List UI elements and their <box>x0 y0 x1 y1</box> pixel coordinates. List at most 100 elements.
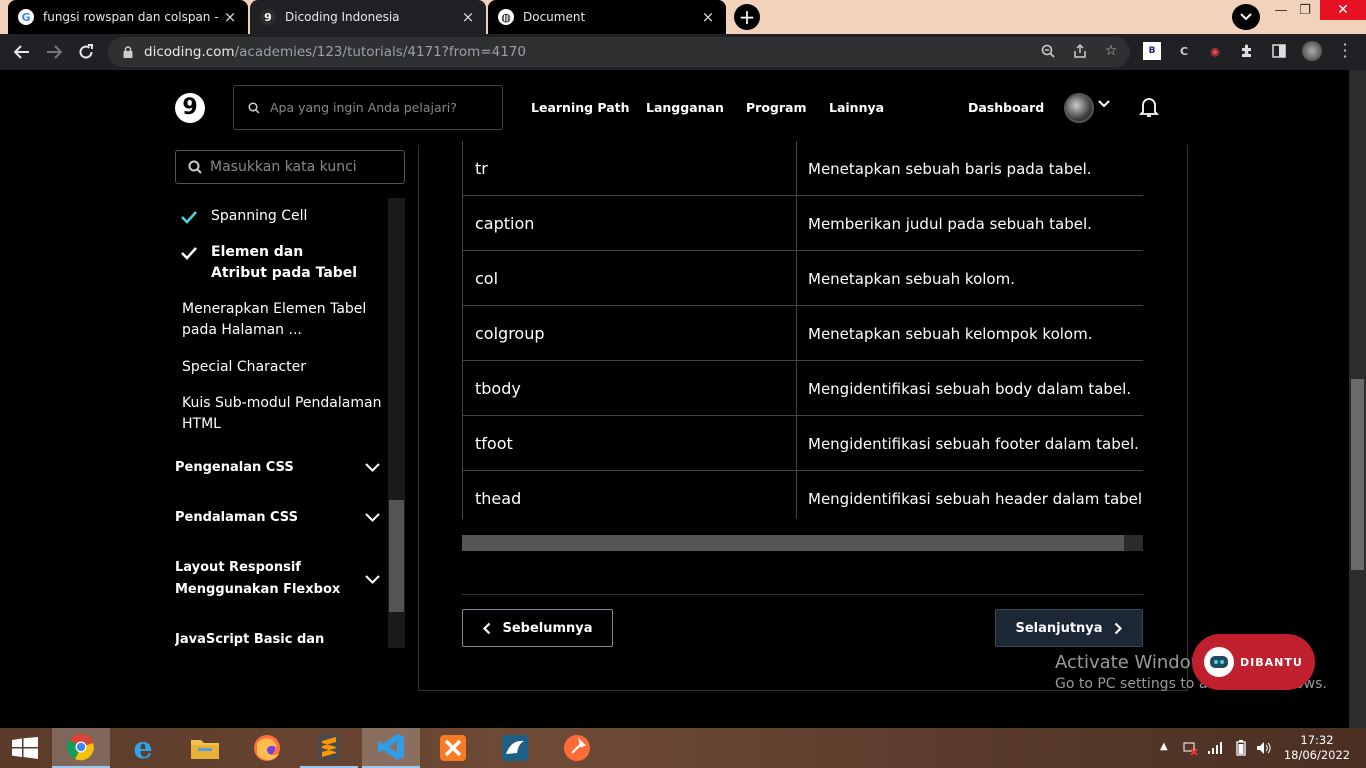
table-cell-desc: Memberikan judul pada sebuah tabel. <box>808 214 1092 233</box>
url-domain: dicoding.com <box>144 44 235 60</box>
page-scrollbar[interactable] <box>1349 70 1366 728</box>
help-widget-button[interactable]: DIBANTU <box>1192 634 1315 690</box>
table-scrollbar-thumb[interactable] <box>462 535 1124 551</box>
side-panel-icon[interactable] <box>1270 42 1288 60</box>
dicoding-logo[interactable]: 9 <box>175 93 205 123</box>
windows-taskbar: e ▲ 17:32 18/06/2022 <box>0 728 1366 768</box>
window-close-button[interactable]: ✕ <box>1320 0 1366 20</box>
bookmark-star-icon[interactable]: ☆ <box>1101 41 1121 61</box>
show-hidden-icons-icon[interactable]: ▲ <box>1160 741 1168 752</box>
tab-google[interactable]: G fungsi rowspan dan colspan - Pe × <box>8 0 248 34</box>
site-search-input[interactable]: Apa yang ingin Anda pelajari? <box>233 85 503 130</box>
chevron-down-icon[interactable] <box>365 463 380 472</box>
tab-document[interactable]: ◍ Document × <box>488 0 726 34</box>
taskbar-file-explorer[interactable] <box>176 728 234 768</box>
sidebar-item-menerapkan-elemen[interactable]: Menerapkan Elemen Tabel pada Halaman ... <box>182 299 382 341</box>
nav-learning-path[interactable]: Learning Path <box>531 100 630 115</box>
taskbar-postman[interactable] <box>548 728 606 768</box>
taskbar-internet-explorer[interactable]: e <box>114 728 172 768</box>
page-scrollbar-thumb[interactable] <box>1351 379 1364 570</box>
address-bar[interactable]: dicoding.com/academies/123/tutorials/417… <box>108 37 1130 67</box>
sidebar-section-javascript-basic[interactable]: JavaScript Basic dan <box>175 629 324 649</box>
arrow-left-icon <box>14 45 29 59</box>
next-button[interactable]: Selanjutnya <box>995 609 1143 647</box>
tab-search-button[interactable] <box>1232 4 1260 30</box>
table-cell-desc: Mengidentifikasi sebuah header dalam tab… <box>808 489 1143 508</box>
user-avatar[interactable] <box>1064 93 1094 123</box>
close-tab-icon[interactable]: × <box>460 8 476 26</box>
next-label: Selanjutnya <box>1015 620 1103 636</box>
sidebar-item-special-character[interactable]: Special Character <box>182 357 306 378</box>
close-tab-icon[interactable]: × <box>222 8 238 26</box>
chevron-down-icon[interactable] <box>365 575 380 584</box>
taskbar-sublime-text[interactable] <box>300 728 358 768</box>
table-row: col Menetapkan sebuah kolom. <box>462 251 1143 306</box>
mysql-workbench-icon <box>502 735 528 761</box>
notification-bell-icon[interactable] <box>1139 96 1159 118</box>
reload-button[interactable] <box>74 40 98 64</box>
sidebar-item-kuis[interactable]: Kuis Sub-modul Pendalaman HTML <box>182 393 382 435</box>
restore-button[interactable]: ❐ <box>1292 0 1318 20</box>
forward-button[interactable] <box>42 40 66 64</box>
windows-start-icon[interactable] <box>12 737 38 759</box>
extensions-puzzle-icon[interactable] <box>1238 42 1256 60</box>
extension-c-icon[interactable]: C <box>1175 42 1193 60</box>
tab-dicoding[interactable]: 9 Dicoding Indonesia × <box>250 0 486 34</box>
minimize-button[interactable]: — <box>1268 0 1294 20</box>
volume-icon[interactable] <box>1256 741 1272 755</box>
sidebar-item-spanning-cell[interactable]: Spanning Cell <box>211 206 307 227</box>
back-button[interactable] <box>10 40 34 64</box>
nav-program[interactable]: Program <box>746 100 807 115</box>
battery-icon[interactable] <box>1236 740 1246 756</box>
chevron-down-icon[interactable] <box>1098 100 1110 108</box>
chevron-down-icon <box>1240 13 1252 21</box>
sublime-text-icon <box>318 734 340 760</box>
chevron-left-icon <box>483 622 491 634</box>
sidebar-scrollbar-thumb[interactable] <box>389 500 404 612</box>
previous-button[interactable]: Sebelumnya <box>462 609 613 647</box>
sidebar-search-input[interactable]: Masukkan kata kunci <box>175 150 405 184</box>
sidebar-section-pengenalan-css[interactable]: Pengenalan CSS <box>175 457 294 479</box>
sidebar-section-pendalaman-css[interactable]: Pendalaman CSS <box>175 507 298 529</box>
signal-icon[interactable] <box>1208 742 1222 754</box>
table-row: caption Memberikan judul pada sebuah tab… <box>462 196 1143 251</box>
taskbar-mysql-workbench[interactable] <box>486 728 544 768</box>
tab-title: Document <box>523 10 586 24</box>
table-cell-tag: col <box>462 251 797 306</box>
firefox-icon <box>254 735 280 761</box>
dicoding-icon: 9 <box>260 9 276 25</box>
share-icon[interactable] <box>1070 41 1090 61</box>
taskbar-vscode[interactable] <box>362 728 420 768</box>
nav-langganan[interactable]: Langganan <box>646 100 724 115</box>
vscode-icon <box>378 734 404 760</box>
nav-dashboard[interactable]: Dashboard <box>968 100 1044 115</box>
tab-title: Dicoding Indonesia <box>285 10 400 24</box>
help-widget-label: DIBANTU <box>1240 655 1303 669</box>
close-tab-icon[interactable]: × <box>700 8 716 26</box>
sidebar-section-layout-responsif[interactable]: Layout Responsif Menggunakan Flexbox <box>175 557 355 601</box>
clock-date: 18/06/2022 <box>1283 748 1351 762</box>
new-tab-button[interactable]: + <box>734 4 760 30</box>
nav-lainnya[interactable]: Lainnya <box>829 100 884 115</box>
taskbar-firefox[interactable] <box>238 728 296 768</box>
postman-icon <box>564 735 590 761</box>
taskbar-chrome[interactable] <box>52 728 110 768</box>
table-cell-tag: colgroup <box>462 306 797 361</box>
chevron-down-icon[interactable] <box>365 513 380 522</box>
table-cell-desc: Mengidentifikasi sebuah footer dalam tab… <box>808 434 1139 453</box>
sidebar-item-elemen-atribut[interactable]: Elemen dan Atribut pada Tabel <box>211 242 361 284</box>
taskbar-xampp[interactable] <box>424 728 482 768</box>
table-cell-desc: Mengidentifikasi sebuah body dalam tabel… <box>808 379 1132 398</box>
extension-b-icon[interactable]: B <box>1143 42 1161 60</box>
profile-avatar-icon[interactable] <box>1302 41 1322 61</box>
folder-icon <box>191 740 219 759</box>
network-disconnected-icon[interactable] <box>1182 741 1198 755</box>
system-clock[interactable]: 17:32 18/06/2022 <box>1282 733 1352 763</box>
table-horizontal-scrollbar[interactable] <box>462 535 1143 551</box>
table-cell-desc: Menetapkan sebuah baris pada tabel. <box>808 159 1092 178</box>
internet-explorer-icon: e <box>133 730 153 766</box>
browser-menu-icon[interactable]: · · · <box>1340 37 1350 65</box>
extension-eyes-icon[interactable]: ◉ <box>1206 42 1224 60</box>
table-row: colgroup Menetapkan sebuah kelompok kolo… <box>462 306 1143 361</box>
zoom-icon[interactable] <box>1038 41 1058 61</box>
